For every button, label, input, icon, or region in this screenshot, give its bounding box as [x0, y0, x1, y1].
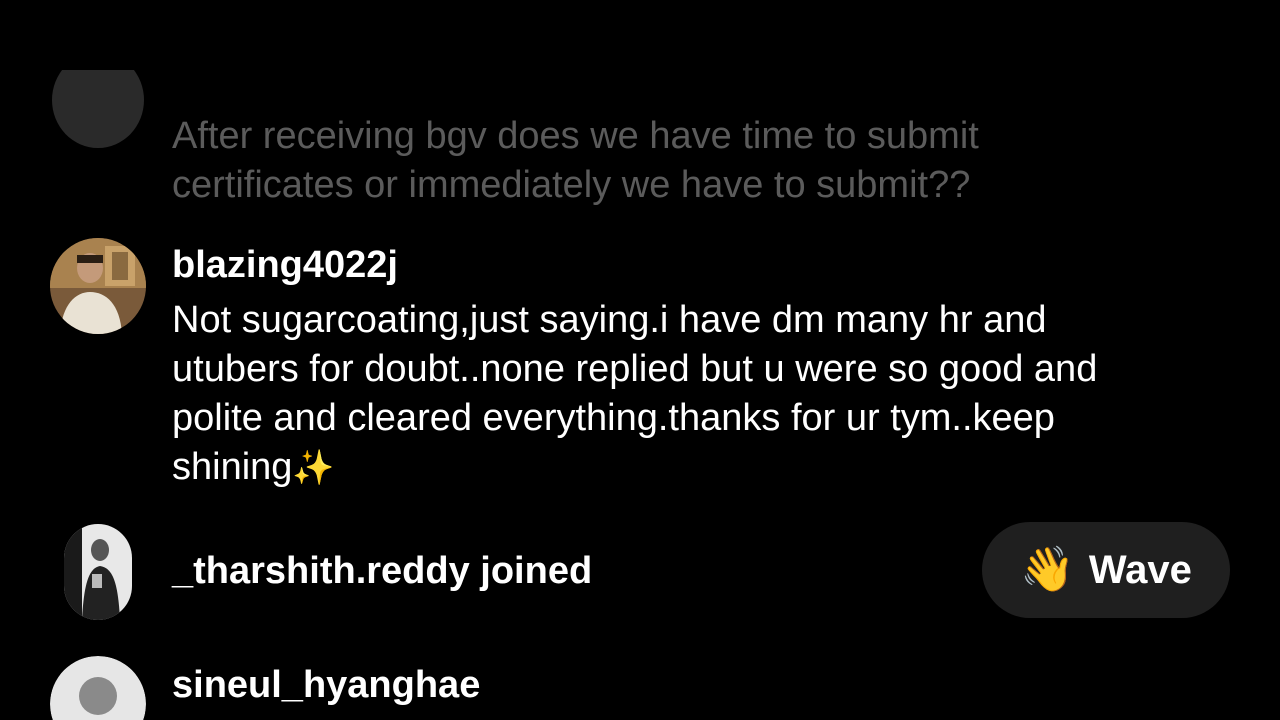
sparkles-icon: ✨	[292, 449, 335, 487]
avatar-image	[50, 70, 146, 150]
live-comments-feed: After receiving bgv does we have time to…	[0, 0, 1280, 720]
waving-hand-icon: 👋	[1020, 545, 1075, 594]
wave-button[interactable]: 👋 Wave	[982, 522, 1230, 618]
join-event-text: _tharshith.reddy joined	[172, 550, 593, 592]
comment-text: After receiving bgv does we have time to…	[172, 115, 979, 206]
avatar[interactable]	[64, 524, 132, 620]
avatar-image	[50, 238, 146, 334]
default-avatar-icon	[50, 656, 146, 720]
avatar[interactable]	[50, 656, 146, 720]
comment-username[interactable]: blazing4022j	[172, 242, 398, 288]
wave-button-label: Wave	[1088, 547, 1192, 592]
avatar-image	[64, 524, 132, 620]
avatar[interactable]	[50, 238, 146, 334]
avatar[interactable]	[50, 70, 146, 150]
comment-text: Not sugarcoating,just saying.i have dm m…	[172, 296, 1162, 493]
comment-username[interactable]: sineul_hyanghae	[172, 662, 480, 708]
